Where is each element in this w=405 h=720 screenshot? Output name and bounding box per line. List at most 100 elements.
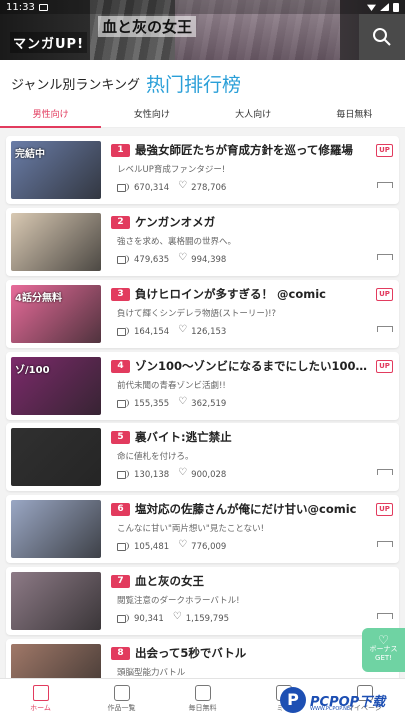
bonus-button[interactable]: ♡ ボーナス GET!: [362, 628, 405, 672]
comic-stats: 164,154 126,153: [117, 324, 227, 337]
comic-title[interactable]: 出会って5秒でバトル: [135, 644, 375, 662]
bonus-heart-icon: ♡: [378, 633, 389, 647]
likes-count: 1,159,795: [185, 614, 230, 624]
nav-works-label: 作品一覧: [107, 704, 136, 712]
nav-daily-free-label: 毎日無料: [188, 704, 217, 712]
ranking-header: ジャンル別ランキング 热门排行榜: [0, 60, 405, 106]
comic-subtitle: こんなに甘い"両片想い"見たことない!: [117, 524, 264, 534]
original-badge-icon: [377, 469, 393, 483]
tab-daily-free[interactable]: 毎日無料: [304, 106, 405, 127]
comic-title[interactable]: ケンガンオメガ: [135, 213, 375, 231]
views-icon: [117, 255, 129, 264]
tab-adult[interactable]: 大人向け: [203, 106, 304, 127]
up-badge: UP: [376, 288, 393, 301]
ranking-card[interactable]: 7 血と灰の女王 閲覧注意のダークホラーバトル! 90,341 1,159,79…: [6, 567, 399, 635]
comic-title[interactable]: 負けヒロインが多すぎる！ @comic: [135, 285, 375, 303]
ranking-title-cn: 热门排行榜: [145, 73, 241, 96]
likes-count: 776,009: [191, 542, 227, 552]
comic-subtitle: 前代未聞の青春ゾンビ活劇!!: [117, 381, 226, 391]
comic-title[interactable]: 塩対応の佐藤さんが俺にだけ甘い@comic: [135, 500, 375, 518]
rank-badge: 7: [111, 575, 130, 588]
search-icon: [373, 28, 391, 46]
likes-icon: [178, 180, 187, 192]
rank-badge: 1: [111, 144, 130, 157]
tab-female[interactable]: 女性向け: [101, 106, 202, 127]
books-icon: [113, 685, 130, 701]
views-icon: [117, 470, 129, 479]
views-count: 155,355: [134, 399, 170, 409]
pcpop-watermark: P PCPOP下载 WWW.PCPOP.NET: [280, 684, 405, 716]
bonus-label-2: GET!: [375, 654, 392, 662]
comic-thumbnail[interactable]: ゾ/100: [11, 357, 101, 415]
tab-male[interactable]: 男性向け: [0, 106, 102, 128]
comic-title[interactable]: ゾン100～ゾンビになるまでにしたい100のこと～: [135, 357, 375, 375]
status-time: 11:33: [6, 1, 35, 13]
ranking-card[interactable]: 完結中 1 最強女師匠たちが育成方針を巡って修羅場 レベルUP育成ファンタジー!…: [6, 136, 399, 204]
views-count: 164,154: [134, 327, 170, 337]
comic-stats: 105,481 776,009: [117, 539, 227, 552]
ranking-card[interactable]: 2 ケンガンオメガ 強さを求め、裏格闘の世界へ。 479,635 994,398: [6, 208, 399, 276]
ranking-title-jp: ジャンル別ランキング: [11, 77, 140, 93]
ranking-card[interactable]: 4話分無料 3 負けヒロインが多すぎる！ @comic 負けて輝くシンデレラ物語…: [6, 280, 399, 348]
comic-title[interactable]: 血と灰の女王: [135, 572, 375, 590]
rank-badge: 4: [111, 360, 130, 373]
comic-stats: 155,355 362,519: [117, 396, 227, 409]
free-ticket-icon: [194, 685, 211, 701]
views-icon: [117, 542, 129, 551]
comic-thumbnail[interactable]: [11, 572, 101, 630]
views-count: 105,481: [134, 542, 170, 552]
ranking-card[interactable]: 5 裏バイト:逃亡禁止 命に値札を付けろ。 130,138 900,028: [6, 423, 399, 491]
comic-subtitle: 命に値札を付けろ。: [117, 452, 194, 462]
comic-stats: 130,138 900,028: [117, 467, 226, 480]
ranking-card[interactable]: ゾ/100 4 ゾン100～ゾンビになるまでにしたい100のこと～ 前代未聞の青…: [6, 352, 399, 420]
views-icon: [117, 327, 129, 336]
up-badge: UP: [376, 360, 393, 373]
thumbnail-text: ゾ/100: [15, 365, 50, 376]
views-count: 479,635: [134, 255, 170, 265]
rank-badge: 2: [111, 216, 130, 229]
rank-badge: 8: [111, 647, 130, 660]
status-bar: 11:33: [0, 0, 405, 14]
likes-count: 362,519: [191, 399, 227, 409]
views-icon: [117, 183, 129, 192]
likes-icon: [178, 467, 187, 479]
ranking-card[interactable]: 6 塩対応の佐藤さんが俺にだけ甘い@comic こんなに甘い"両片想い"見たこと…: [6, 495, 399, 563]
comic-stats: 670,314 278,706: [117, 180, 226, 193]
nav-works[interactable]: 作品一覧: [81, 679, 162, 720]
nav-home[interactable]: ホーム: [0, 679, 81, 720]
comic-subtitle: 強さを求め、裏格闘の世界へ。: [117, 237, 237, 247]
mail-icon: [38, 3, 48, 11]
likes-count: 994,398: [191, 255, 227, 265]
thumbnail-text: 4話分無料: [15, 293, 62, 304]
comic-thumbnail[interactable]: [11, 428, 101, 486]
bonus-label-1: ボーナス: [369, 645, 398, 653]
comic-thumbnail[interactable]: 完結中: [11, 141, 101, 199]
app-logo[interactable]: マンガUP!: [10, 32, 88, 53]
home-icon: [32, 685, 49, 701]
likes-icon: [178, 324, 187, 336]
battery-icon: [393, 2, 399, 12]
nav-daily-free[interactable]: 毎日無料: [162, 679, 243, 720]
search-button[interactable]: [359, 14, 405, 60]
likes-count: 126,153: [191, 327, 227, 337]
comic-stats: 479,635 994,398: [117, 252, 227, 265]
watermark-subtext: WWW.PCPOP.NET: [310, 706, 354, 712]
comic-subtitle: 閲覧注意のダークホラーバトル!: [117, 596, 240, 606]
original-badge-icon: [377, 254, 393, 268]
rank-badge: 5: [111, 431, 130, 444]
comic-thumbnail[interactable]: [11, 500, 101, 558]
signal-icon: [380, 3, 389, 11]
comic-thumbnail[interactable]: 4話分無料: [11, 285, 101, 343]
up-badge: UP: [376, 144, 393, 157]
comic-stats: 90,341 1,159,795: [117, 611, 230, 624]
comic-title[interactable]: 最強女師匠たちが育成方針を巡って修羅場: [135, 141, 375, 159]
comic-title[interactable]: 裏バイト:逃亡禁止: [135, 428, 375, 446]
original-badge-icon: [377, 613, 393, 627]
original-badge-icon: [377, 182, 393, 196]
original-badge-icon: [377, 541, 393, 555]
rank-badge: 6: [111, 503, 130, 516]
thumbnail-text: 完結中: [15, 149, 45, 160]
wifi-icon: [367, 4, 376, 11]
comic-thumbnail[interactable]: [11, 213, 101, 271]
views-count: 90,341: [134, 614, 164, 624]
